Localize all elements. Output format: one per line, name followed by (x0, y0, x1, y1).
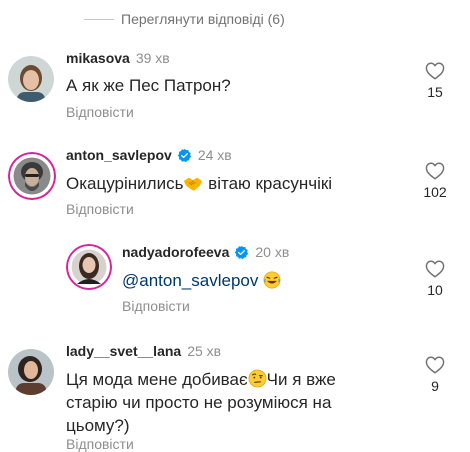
view-replies-label: Переглянути відповіді (6) (121, 11, 285, 27)
timestamp: 24 хв (197, 147, 232, 163)
like-button[interactable]: 102 (415, 162, 455, 200)
comment-text: А як же Пес Патрон? (66, 74, 231, 97)
avatar[interactable] (8, 56, 54, 102)
divider-line (84, 18, 114, 20)
heart-outline-icon (425, 162, 445, 180)
reply-button[interactable]: Відповісти (66, 104, 134, 120)
handshake-emoji (184, 177, 203, 191)
avatar[interactable] (8, 152, 56, 200)
timestamp: 39 хв (135, 50, 170, 66)
view-replies-button[interactable]: Переглянути відповіді (6) (84, 9, 285, 29)
avatar[interactable] (8, 349, 54, 395)
comment-line: Ця мода мене добиває Чи я вже (66, 368, 396, 391)
username[interactable]: anton_savlepov (66, 147, 172, 163)
reply-button[interactable]: Відповісти (122, 298, 190, 314)
comment-text-content: А як же Пес Патрон? (66, 76, 231, 95)
like-count: 15 (427, 84, 443, 100)
comment-text: Ця мода мене добиває Чи я вже старію чи … (66, 368, 396, 437)
avatar[interactable] (66, 244, 112, 290)
like-button[interactable]: 10 (415, 260, 455, 298)
verified-badge-icon (235, 245, 249, 259)
comment-line: старію чи просто не розуміюся на (66, 393, 332, 412)
comment-text: Окацурінились вітаю красунчікі (66, 172, 332, 195)
username[interactable]: nadyadorofeeva (122, 244, 229, 260)
comment-text-part: Чи я вже (266, 370, 336, 389)
timestamp: 20 хв (255, 244, 290, 260)
laughing-emoji (263, 271, 281, 289)
heart-outline-icon (425, 356, 445, 374)
reply-button[interactable]: Відповісти (66, 201, 134, 217)
like-button[interactable]: 9 (415, 356, 455, 394)
username[interactable]: lady__svet__lana (66, 343, 181, 359)
verified-badge-icon (177, 148, 192, 162)
timestamp: 25 хв (187, 343, 222, 359)
username[interactable]: mikasova (66, 50, 130, 66)
heart-outline-icon (425, 62, 445, 80)
comment-text-part: Ця мода мене добиває (66, 370, 248, 389)
comment-text-part: вітаю красунчікі (203, 174, 333, 193)
like-button[interactable]: 15 (415, 62, 455, 100)
comment-text-part: Окацурінились (66, 174, 184, 193)
like-count: 102 (423, 184, 447, 200)
heart-outline-icon (425, 260, 445, 278)
like-count: 9 (431, 378, 439, 394)
reply-button[interactable]: Відповісти (66, 436, 134, 452)
raised-eyebrow-emoji (248, 369, 267, 388)
mention-link[interactable]: @anton_savlepov (122, 271, 258, 290)
comment-text: @anton_savlepov (122, 269, 281, 292)
comment-line: цьому?) (66, 416, 130, 435)
like-count: 10 (427, 282, 443, 298)
